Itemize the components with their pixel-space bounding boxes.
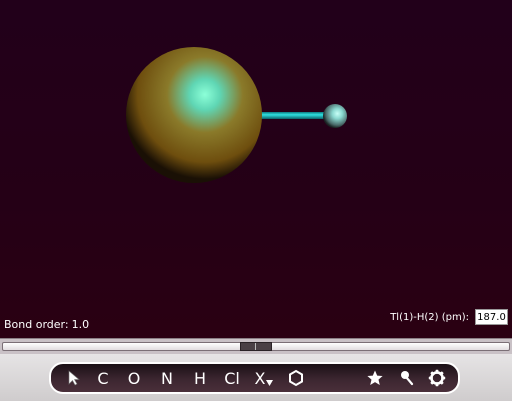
cursor-arrow-icon — [68, 370, 80, 386]
other-element-tool-button[interactable]: X — [252, 364, 276, 392]
carbon-label: C — [97, 368, 109, 388]
bond-order-label: Bond order: — [4, 318, 69, 331]
other-element-label: X — [254, 368, 266, 388]
measure-button[interactable] — [397, 364, 417, 392]
carbon-tool-button[interactable]: C — [95, 364, 111, 392]
atom-hydrogen[interactable] — [323, 104, 347, 128]
molecule-viewport[interactable]: Bond order: 1.0 Tl(1)-H(2) (pm): — [0, 0, 512, 338]
builder-toolbar: C O N H Cl X — [49, 362, 460, 394]
settings-button[interactable] — [426, 364, 448, 392]
select-tool-button[interactable] — [65, 364, 83, 392]
bond-length-slider[interactable] — [0, 338, 512, 355]
bond-length-control: Tl(1)-H(2) (pm): — [390, 308, 508, 326]
atom-thallium[interactable] — [126, 47, 262, 183]
favorites-button[interactable] — [365, 364, 385, 392]
bond-order-readout: Bond order: 1.0 — [4, 318, 89, 331]
bond-length-label: Tl(1)-H(2) (pm): — [390, 311, 469, 323]
oxygen-label: O — [127, 368, 141, 388]
nitrogen-label: N — [161, 368, 173, 388]
ring-hexagon-icon — [289, 369, 303, 387]
bond-length-field[interactable] — [475, 309, 508, 325]
chlorine-label: Cl — [224, 368, 240, 388]
dropdown-triangle-icon — [266, 380, 274, 386]
nitrogen-tool-button[interactable]: N — [159, 364, 175, 392]
gear-icon — [428, 369, 446, 387]
hydrogen-label: H — [193, 368, 207, 388]
hydrogen-tool-button[interactable]: H — [192, 364, 208, 392]
bond-order-value: 1.0 — [71, 318, 90, 331]
pin-icon — [401, 371, 414, 386]
ring-tool-button[interactable] — [286, 364, 306, 392]
chlorine-tool-button[interactable]: Cl — [221, 364, 243, 392]
oxygen-tool-button[interactable]: O — [126, 364, 142, 392]
star-icon — [367, 370, 383, 385]
slider-thumb[interactable] — [240, 342, 272, 351]
bond-tl-h[interactable] — [255, 112, 329, 119]
